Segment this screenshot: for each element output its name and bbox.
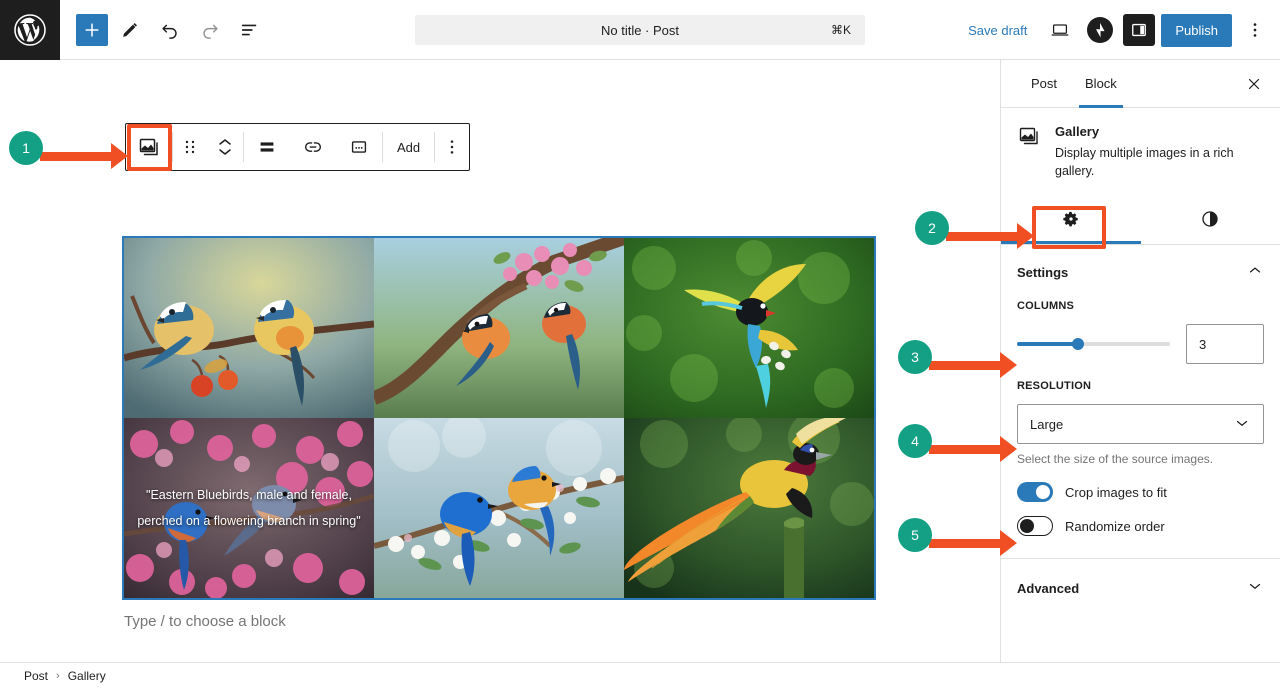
gallery-item[interactable] (624, 238, 874, 418)
settings-panel-title: Settings (1017, 265, 1069, 280)
randomize-order-toggle-row[interactable]: Randomize order (1001, 516, 1280, 550)
crop-images-label: Crop images to fit (1065, 484, 1167, 500)
gallery-item[interactable]: "Eastern Bluebirds, male and female, per… (124, 418, 374, 598)
gear-icon (1061, 209, 1081, 232)
sidebar-tab-list: Post Block (1001, 60, 1280, 108)
tab-settings[interactable] (1001, 196, 1141, 244)
resolution-field: Resolution Large Select the size of the … (1001, 380, 1280, 482)
block-mover-stepper[interactable] (207, 124, 243, 170)
gallery-row: "Eastern Bluebirds, male and female, per… (124, 418, 874, 598)
gallery-image-caption: "Eastern Bluebirds, male and female, per… (137, 488, 361, 528)
editor-footer: Post › Gallery (0, 662, 1280, 688)
editor-canvas: Add "Eastern Bluebirds, male and female,… (0, 60, 1000, 662)
gallery-item[interactable] (374, 238, 624, 418)
block-toolbar: Add (125, 123, 471, 171)
columns-slider-thumb[interactable] (1072, 338, 1085, 350)
list-view-button[interactable] (232, 12, 268, 48)
tab-post[interactable]: Post (1017, 60, 1071, 108)
tab-block[interactable]: Block (1071, 60, 1131, 108)
gallery-item[interactable] (624, 418, 874, 598)
edit-mode-button[interactable] (112, 12, 148, 48)
header-left-tools (60, 12, 268, 48)
resolution-help-text: Select the size of the source images. (1017, 452, 1214, 466)
block-mover-group (173, 124, 243, 170)
gallery-image-bluebirds-white-blossoms (374, 418, 624, 598)
columns-control-row (1017, 324, 1264, 364)
block-info-card: Gallery Display multiple images in a ric… (1001, 108, 1280, 196)
advanced-panel-header[interactable]: Advanced (1001, 558, 1280, 618)
advanced-label: Advanced (1017, 581, 1080, 596)
link-button[interactable] (290, 124, 336, 170)
chevron-down-icon (1233, 414, 1251, 435)
gallery-block-icon (1017, 124, 1041, 180)
undo-button[interactable] (152, 12, 188, 48)
randomize-order-label: Randomize order (1065, 518, 1165, 534)
close-sidebar-button[interactable] (1238, 68, 1270, 100)
breadcrumb-post[interactable]: Post (24, 669, 48, 683)
columns-label: Columns (1017, 300, 1075, 312)
block-title: Gallery (1055, 124, 1100, 139)
breadcrumb-gallery[interactable]: Gallery (68, 669, 106, 683)
gallery-item[interactable] (124, 238, 374, 418)
empty-paragraph-placeholder[interactable]: Type / to choose a block (124, 613, 286, 630)
block-options-button[interactable] (435, 124, 469, 170)
block-info-text: Gallery Display multiple images in a ric… (1055, 124, 1264, 180)
chevron-down-icon (1246, 577, 1264, 600)
chevron-up-icon (1246, 261, 1264, 284)
more-options-button[interactable] (1238, 13, 1272, 47)
gallery-image-flying-bird (624, 238, 874, 418)
block-description: Display multiple images in a rich galler… (1055, 146, 1234, 178)
preview-button[interactable] (1043, 13, 1077, 47)
block-type-button[interactable] (126, 124, 172, 170)
save-draft-button[interactable]: Save draft (958, 17, 1037, 44)
align-button[interactable] (244, 124, 290, 170)
columns-field: Columns (1001, 300, 1280, 380)
jetpack-icon (1087, 17, 1114, 43)
settings-panel-header[interactable]: Settings (1001, 245, 1280, 300)
wordpress-block-editor: No title · Post ⌘K Save draft Publish Ad… (0, 0, 1280, 688)
command-bar[interactable]: No title · Post ⌘K (415, 15, 865, 45)
gallery-block[interactable]: "Eastern Bluebirds, male and female, per… (122, 236, 876, 600)
resolution-select[interactable]: Large (1017, 404, 1264, 444)
columns-slider[interactable] (1017, 338, 1170, 350)
crop-images-toggle-row[interactable]: Crop images to fit (1001, 482, 1280, 516)
command-bar-shortcut: ⌘K (830, 23, 851, 37)
move-up-icon (219, 139, 231, 145)
publish-button[interactable]: Publish (1161, 13, 1232, 47)
add-block-button[interactable] (76, 13, 108, 46)
breadcrumb-separator: › (56, 669, 60, 682)
caption-button[interactable] (336, 124, 382, 170)
move-down-icon (219, 149, 231, 155)
wordpress-logo[interactable] (0, 0, 60, 60)
crop-images-toggle[interactable] (1017, 482, 1053, 502)
styles-contrast-icon (1200, 209, 1220, 232)
settings-sidebar-toggle[interactable] (1123, 14, 1156, 46)
gallery-image-bluetits-berries (124, 238, 374, 418)
editor-header: No title · Post ⌘K Save draft Publish (0, 0, 1280, 60)
resolution-value: Large (1030, 416, 1064, 432)
randomize-order-toggle[interactable] (1017, 516, 1053, 536)
gallery-image-eastern-bluebirds: "Eastern Bluebirds, male and female, per… (124, 418, 374, 598)
header-right-tools: Save draft Publish (958, 0, 1272, 60)
command-bar-title: No title · Post (600, 22, 680, 38)
redo-button[interactable] (192, 12, 228, 48)
settings-sidebar: Post Block Gallery Display multiple imag… (1000, 60, 1280, 662)
sidebar-panel-tabs (1001, 196, 1280, 245)
drag-handle-button[interactable] (173, 124, 207, 170)
columns-number-input[interactable] (1186, 324, 1264, 364)
resolution-label: Resolution (1017, 380, 1092, 392)
gallery-image-bird-of-paradise (624, 418, 874, 598)
tab-styles[interactable] (1141, 196, 1280, 244)
gallery-item[interactable] (374, 418, 624, 598)
gallery-image-birds-blossom-branch (374, 238, 624, 418)
jetpack-button[interactable] (1083, 13, 1117, 47)
gallery-row (124, 238, 874, 418)
add-images-button[interactable]: Add (383, 124, 434, 170)
